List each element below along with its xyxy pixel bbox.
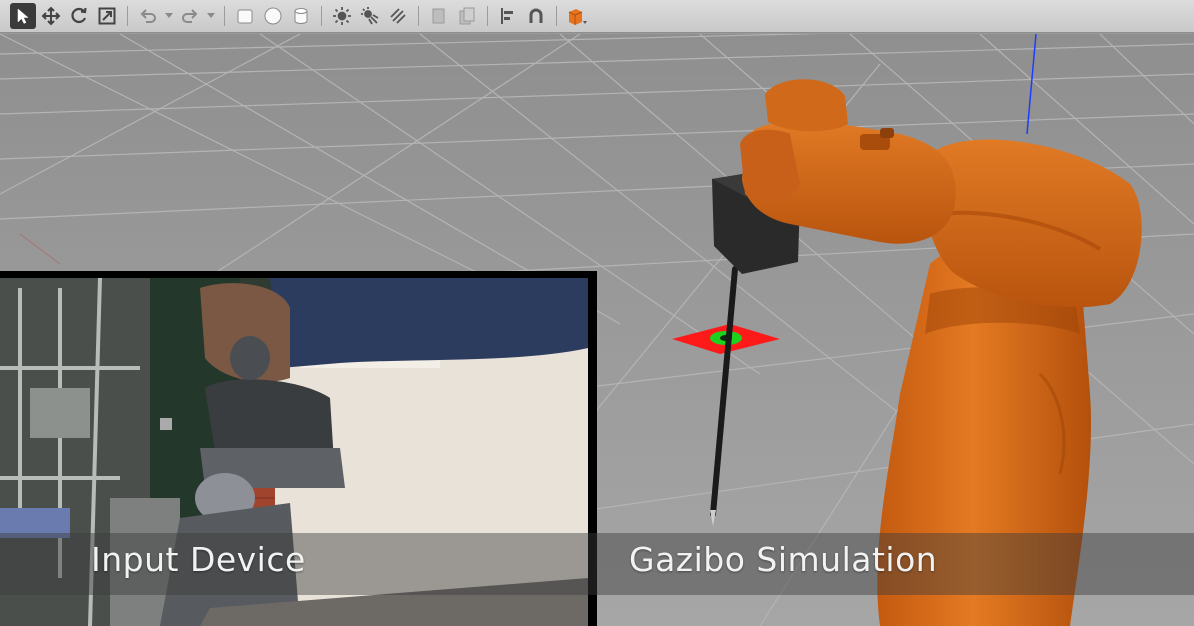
copy-icon[interactable] [426,3,452,29]
input-device-caption: Input Device [91,540,306,579]
box-shape-icon[interactable] [232,3,258,29]
rotate-icon[interactable] [66,3,92,29]
simulation-caption: Gazibo Simulation [629,540,938,579]
redo-dropdown-icon[interactable] [205,3,217,29]
scale-icon[interactable] [94,3,120,29]
sphere-shape-icon[interactable] [260,3,286,29]
point-light-icon[interactable] [329,3,355,29]
spot-light-icon[interactable] [357,3,383,29]
select-icon[interactable] [10,3,36,29]
align-icon[interactable] [495,3,521,29]
undo-icon[interactable] [135,3,161,29]
undo-dropdown-icon[interactable] [163,3,175,29]
toolbar-separator [487,6,488,26]
paste-icon[interactable] [454,3,480,29]
toolbar-separator [224,6,225,26]
toolbar-separator [556,6,557,26]
toolbar [0,0,1194,33]
cylinder-shape-icon[interactable] [288,3,314,29]
snap-icon[interactable] [523,3,549,29]
directional-light-icon[interactable] [385,3,411,29]
redo-icon[interactable] [177,3,203,29]
toolbar-separator [127,6,128,26]
toolbar-separator [321,6,322,26]
toolbar-separator [418,6,419,26]
view-angle-icon[interactable] [564,3,590,29]
translate-icon[interactable] [38,3,64,29]
